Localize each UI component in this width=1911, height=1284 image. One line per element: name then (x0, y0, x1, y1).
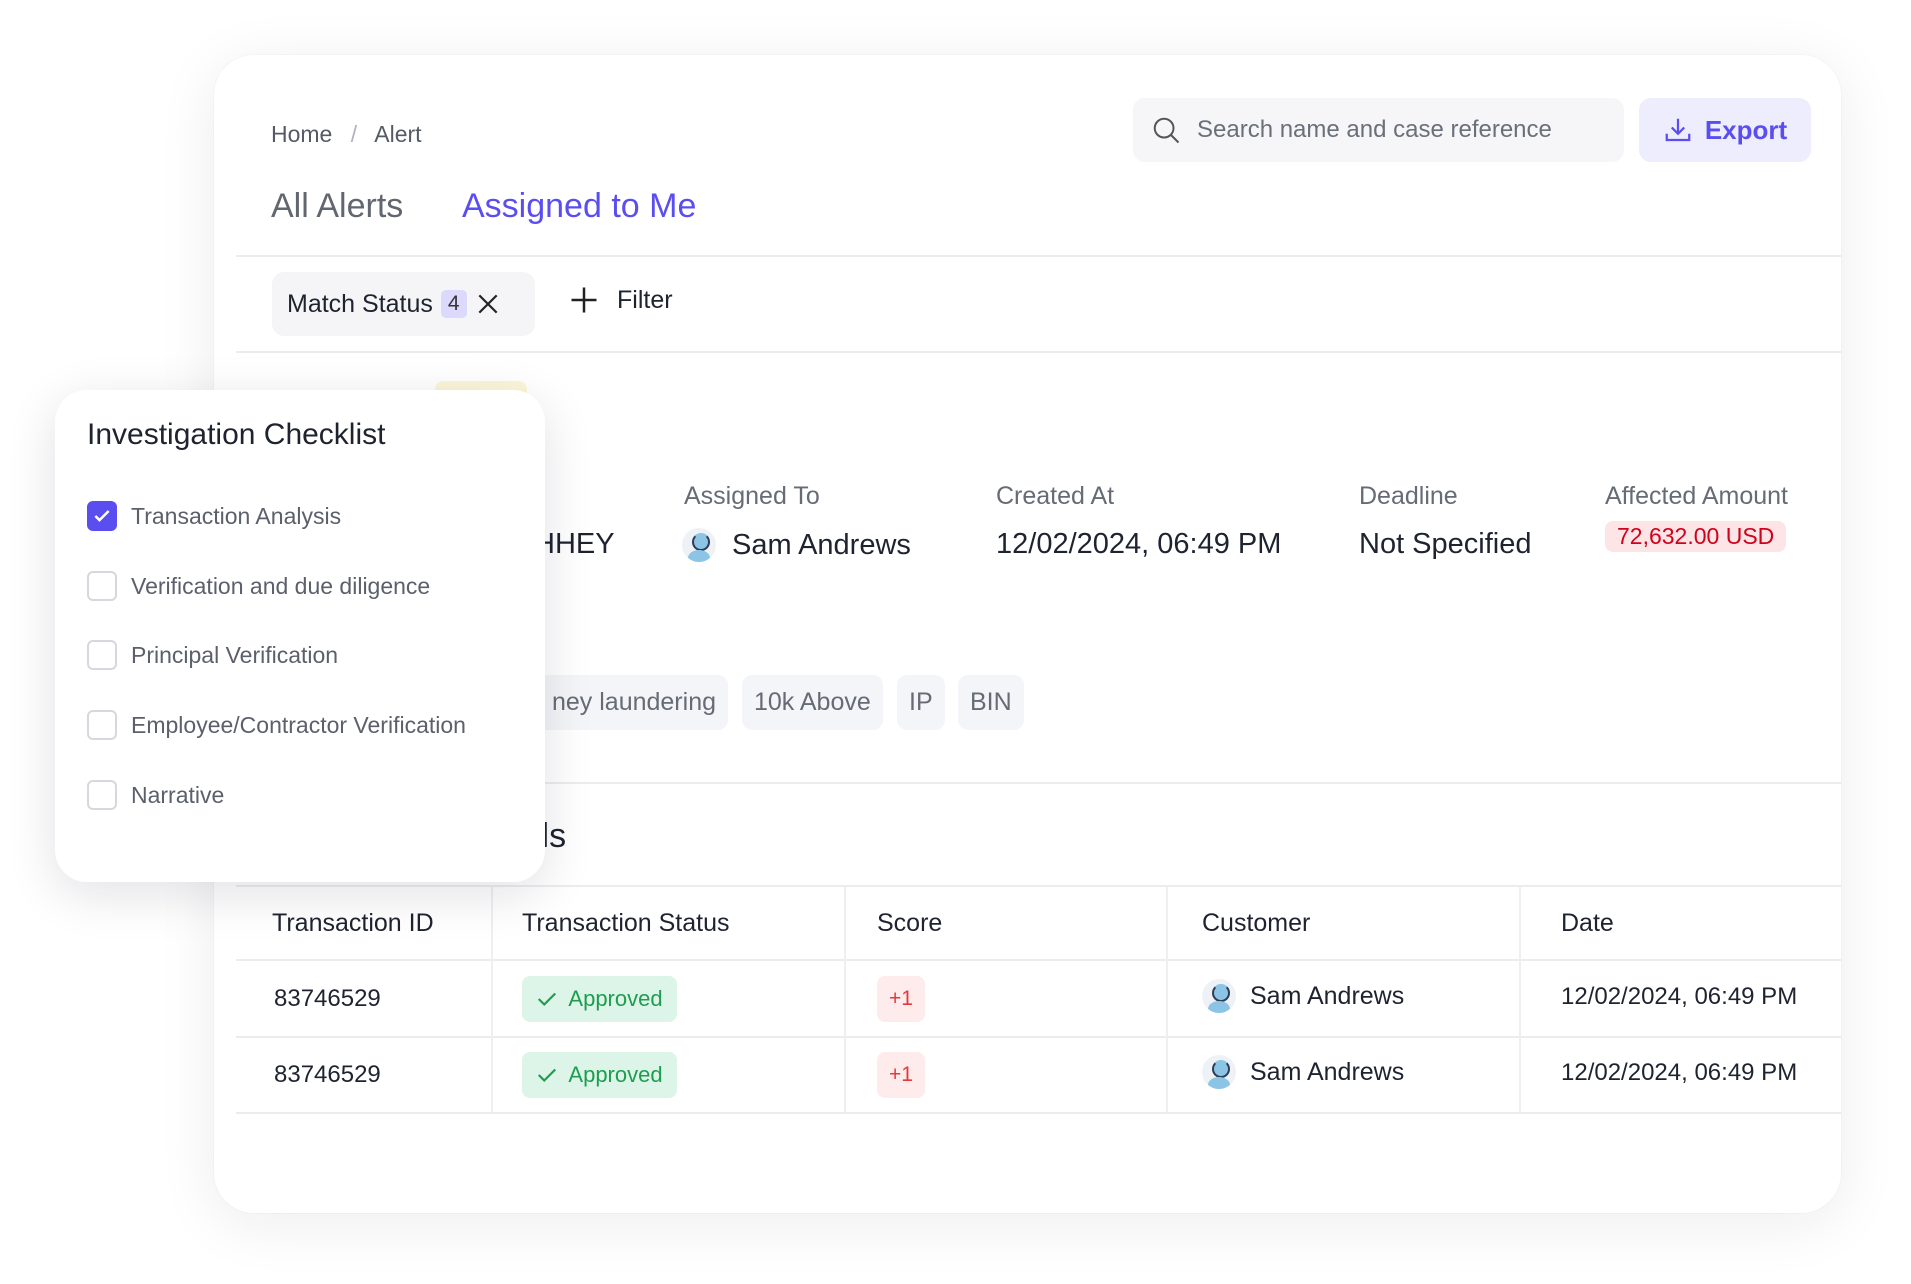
column-divider (1519, 886, 1521, 1113)
checklist-item-label: Verification and due diligence (131, 572, 431, 599)
checkbox-checked[interactable] (87, 501, 117, 531)
checklist-item-principal-verification[interactable]: Principal Verification (87, 640, 338, 670)
tab-assigned-to-me[interactable]: Assigned to Me (462, 187, 696, 226)
affected-amount-value: 72,632.00 USD (1605, 521, 1787, 552)
score-badge: +1 (877, 976, 925, 1022)
checklist-item-label: Principal Verification (131, 641, 339, 668)
breadcrumb-home[interactable]: Home (271, 121, 332, 147)
check-icon (94, 510, 110, 522)
export-button[interactable]: Export (1639, 98, 1811, 162)
checklist-item-label: Narrative (131, 781, 225, 808)
chip-count-badge: 4 (440, 290, 467, 318)
search-input[interactable] (1197, 116, 1577, 144)
created-at-value: 12/02/2024, 06:49 PM (996, 528, 1282, 560)
assigned-to-value: Sam Andrews (682, 528, 911, 562)
checklist-item-label: Transaction Analysis (131, 502, 342, 529)
status-label: Approved (568, 1062, 663, 1087)
column-header-score[interactable]: Score (877, 909, 942, 938)
customer-name[interactable]: Sam Andrews (1250, 1058, 1404, 1087)
checkbox[interactable] (87, 571, 117, 601)
search-icon (1153, 117, 1180, 144)
close-icon[interactable] (475, 291, 501, 317)
date: 12/02/2024, 06:49 PM (1561, 983, 1798, 1010)
table-border (236, 1112, 1841, 1114)
tag: 10k Above (742, 675, 883, 730)
tab-all-alerts[interactable]: All Alerts (271, 187, 403, 226)
add-filter-label: Filter (617, 285, 673, 314)
table-border (236, 959, 1841, 961)
alert-name: HHEY (534, 528, 615, 560)
checkbox[interactable] (87, 780, 117, 810)
export-label: Export (1704, 114, 1788, 145)
tag: IP (897, 675, 945, 730)
search-box[interactable] (1133, 98, 1624, 162)
column-divider (1166, 886, 1168, 1113)
assigned-to-label: Assigned To (684, 482, 820, 510)
assignee-name: Sam Andrews (732, 528, 911, 561)
plus-icon (571, 287, 597, 313)
divider (236, 351, 1841, 353)
deadline-value: Not Specified (1359, 528, 1532, 560)
transaction-id: 83746529 (274, 1061, 381, 1088)
customer-name[interactable]: Sam Andrews (1250, 982, 1404, 1011)
table-border (236, 1036, 1841, 1038)
column-header-transaction-status[interactable]: Transaction Status (522, 909, 730, 938)
status-label: Approved (568, 986, 663, 1011)
status-badge: Approved (522, 1052, 677, 1098)
add-filter-button[interactable]: Filter (569, 285, 673, 315)
download-icon (1665, 118, 1691, 142)
customer: Sam Andrews (1202, 979, 1404, 1013)
tag: BIN (958, 675, 1024, 730)
customer: Sam Andrews (1202, 1055, 1404, 1089)
divider (236, 255, 1841, 257)
checklist-item-verification[interactable]: Verification and due diligence (87, 571, 430, 601)
breadcrumb: Home / Alert (271, 121, 422, 148)
check-icon (538, 992, 557, 1007)
table-border (236, 885, 1841, 887)
date: 12/02/2024, 06:49 PM (1561, 1059, 1798, 1086)
tag: ney laundering (514, 675, 728, 730)
avatar (1202, 979, 1236, 1013)
investigation-checklist-panel: Investigation Checklist Transaction Anal… (55, 390, 545, 882)
checklist-item-employee-verification[interactable]: Employee/Contractor Verification (87, 710, 466, 740)
status-badge: Approved (522, 976, 677, 1022)
transaction-id: 83746529 (274, 985, 381, 1012)
checklist-item-narrative[interactable]: Narrative (87, 780, 224, 810)
breadcrumb-alert[interactable]: Alert (374, 121, 421, 147)
checkbox[interactable] (87, 640, 117, 670)
created-at-label: Created At (996, 482, 1115, 510)
checkbox[interactable] (87, 710, 117, 740)
column-header-customer[interactable]: Customer (1202, 909, 1310, 938)
column-header-transaction-id[interactable]: Transaction ID (272, 909, 434, 938)
chip-label: Match Status (287, 289, 433, 318)
avatar (1202, 1055, 1236, 1089)
affected-amount-label: Affected Amount (1605, 482, 1788, 510)
column-divider (491, 886, 493, 1113)
breadcrumb-separator: / (350, 121, 358, 147)
checklist-title: Investigation Checklist (87, 418, 386, 451)
column-header-date[interactable]: Date (1561, 909, 1614, 938)
checklist-item-label: Employee/Contractor Verification (131, 711, 466, 738)
filter-chip-match-status[interactable]: Match Status 4 (272, 272, 535, 336)
deadline-label: Deadline (1359, 482, 1458, 510)
avatar (682, 528, 716, 562)
column-divider (844, 886, 846, 1113)
score-badge: +1 (877, 1052, 925, 1098)
check-icon (538, 1068, 557, 1083)
checklist-item-transaction-analysis[interactable]: Transaction Analysis (87, 501, 341, 531)
